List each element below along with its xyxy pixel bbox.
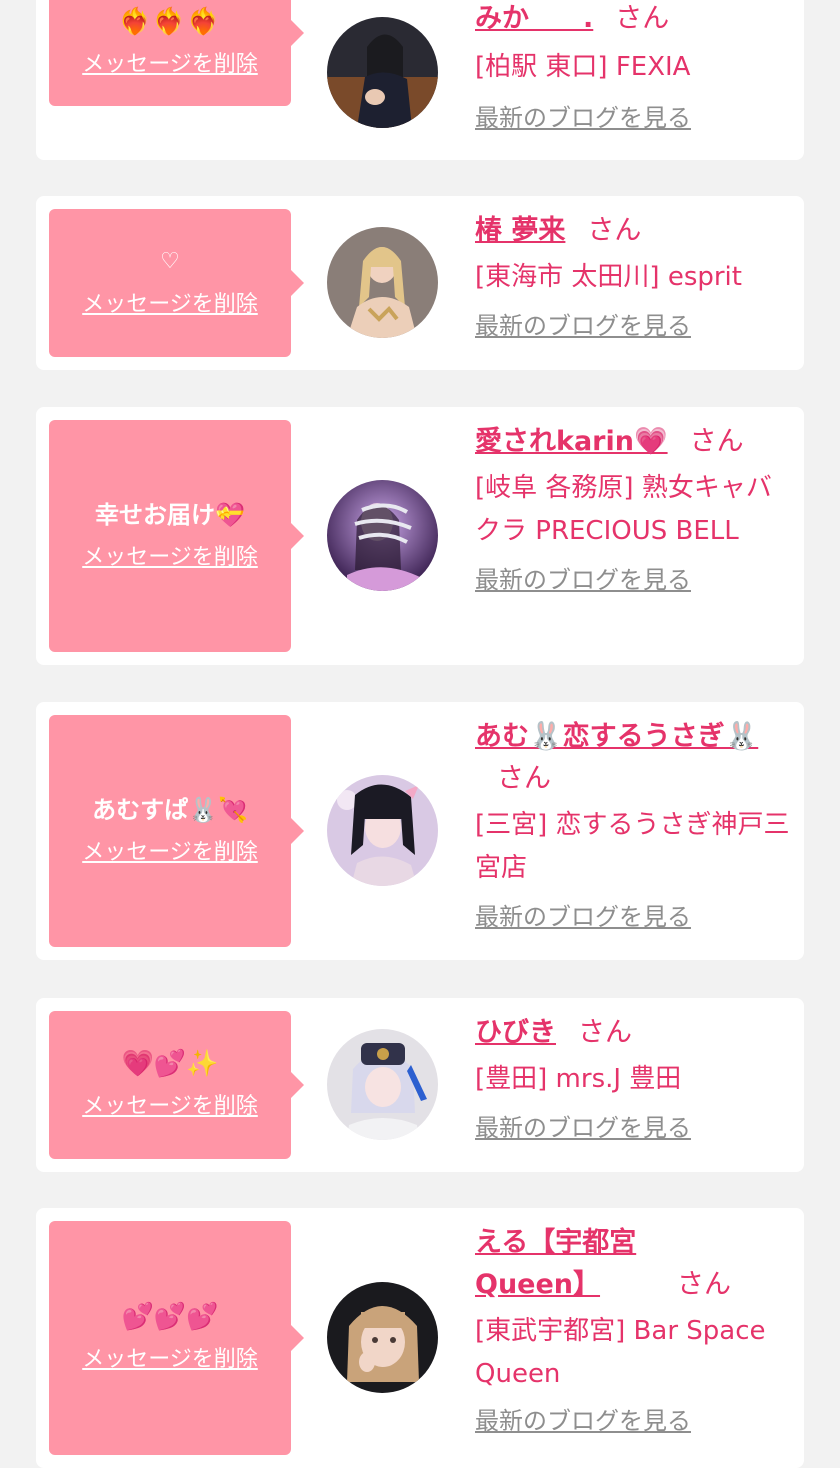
avatar[interactable] xyxy=(327,17,438,128)
shop-info: [三宮] 恋するうさぎ神戸三宮店 xyxy=(475,810,790,883)
avatar[interactable] xyxy=(327,1029,438,1140)
latest-blog-link[interactable]: 最新のブログを見る xyxy=(475,1113,691,1143)
message-text: 💗💕✨ xyxy=(121,1049,219,1079)
cast-info: ひびき さん [豊田] mrs.J 豊田 最新のブログを見る xyxy=(475,1012,795,1143)
name-line: ひびき さん xyxy=(475,1012,795,1054)
honorific: さん xyxy=(615,3,670,34)
delete-message-link[interactable]: メッセージを削除 xyxy=(82,839,258,867)
message-card: 幸せお届け💝 メッセージを削除 愛されkarin💗 さん [岐阜 各務原] 熟女キ… xyxy=(36,407,804,665)
message-card: あむすぱ🐰💘 メッセージを削除 あむ🐰恋するうさぎ🐰 さん [三宮] 恋するうさぎ… xyxy=(36,702,804,960)
honorific: さん xyxy=(587,215,642,246)
message-bubble: ❤️‍🔥❤️‍🔥❤️‍🔥 メッセージを削除 xyxy=(49,0,304,106)
avatar[interactable] xyxy=(327,1282,438,1393)
name-line: あむ🐰恋するうさぎ🐰 さん xyxy=(475,716,795,800)
message-bubble: 💕💕💕 メッセージを削除 xyxy=(49,1221,304,1455)
cast-info: 椿 夢来 さん [東海市 太田川] esprit 最新のブログを見る xyxy=(475,210,795,341)
delete-message-link[interactable]: メッセージを削除 xyxy=(82,544,258,572)
cast-name-link[interactable]: える【宇都宮Queen】 xyxy=(475,1222,655,1306)
honorific: さん xyxy=(578,1017,632,1048)
shop-info: [東海市 太田川] esprit xyxy=(475,262,742,292)
name-line: 椿 夢来 さん xyxy=(475,210,795,252)
shop-info: [岐阜 各務原] 熟女キャバクラ PRECIOUS BELL xyxy=(475,473,772,546)
shop-info: [豊田] mrs.J 豊田 xyxy=(475,1064,682,1094)
shop-info: [柏駅 東口] FEXIA xyxy=(475,52,691,82)
message-bubble: 💗💕✨ メッセージを削除 xyxy=(49,1011,304,1159)
message-bubble: 幸せお届け💝 メッセージを削除 xyxy=(49,420,304,652)
delete-message-link[interactable]: メッセージを削除 xyxy=(82,1093,258,1121)
cast-name-link[interactable]: 愛されkarin💗 xyxy=(475,426,668,457)
latest-blog-link[interactable]: 最新のブログを見る xyxy=(475,565,691,595)
honorific: さん xyxy=(497,763,551,794)
avatar[interactable] xyxy=(327,480,438,591)
message-text: ❤️‍🔥❤️‍🔥❤️‍🔥 xyxy=(118,7,222,37)
cast-name-link[interactable]: 椿 夢来 xyxy=(475,215,565,246)
delete-message-link[interactable]: メッセージを削除 xyxy=(82,51,258,79)
avatar[interactable] xyxy=(327,775,438,886)
cast-info: える【宇都宮Queen】 さん [東武宇都宮] Bar Space Queen 最… xyxy=(475,1222,766,1436)
message-text: 💕💕💕 xyxy=(121,1302,219,1332)
latest-blog-link[interactable]: 最新のブログを見る xyxy=(475,1406,795,1436)
cast-name-link[interactable]: みか . xyxy=(475,3,593,34)
shop-info: [東武宇都宮] Bar Space Queen xyxy=(475,1316,766,1389)
message-text: 幸せお届け💝 xyxy=(95,501,245,529)
honorific: さん xyxy=(689,426,744,457)
cast-info: みか . さん [柏駅 東口] FEXIA 最新のブログを見る xyxy=(475,0,795,133)
latest-blog-link[interactable]: 最新のブログを見る xyxy=(475,103,691,133)
cast-name-link[interactable]: あむ🐰恋するうさぎ🐰 xyxy=(475,721,758,752)
message-card: ❤️‍🔥❤️‍🔥❤️‍🔥 メッセージを削除 みか . さん [柏駅 東口] FEX… xyxy=(36,0,804,160)
message-card: 💕💕💕 メッセージを削除 える【宇都宮Queen】 さん [東武宇都宮] Bar … xyxy=(36,1208,804,1468)
name-line: える【宇都宮Queen】 さん xyxy=(475,1222,795,1306)
delete-message-link[interactable]: メッセージを削除 xyxy=(82,291,258,319)
name-line: 愛されkarin💗 さん xyxy=(475,421,795,463)
message-list: ❤️‍🔥❤️‍🔥❤️‍🔥 メッセージを削除 みか . さん [柏駅 東口] FEX… xyxy=(0,0,840,1468)
name-line: みか . さん xyxy=(475,0,795,40)
latest-blog-link[interactable]: 最新のブログを見る xyxy=(475,311,691,341)
message-card: ♡ メッセージを削除 椿 夢来 さん [東海市 太田川] esprit 最新のブロ… xyxy=(36,196,804,370)
cast-info: 愛されkarin💗 さん [岐阜 各務原] 熟女キャバクラ PRECIOUS BE… xyxy=(475,421,795,595)
cast-name-link[interactable]: ひびき xyxy=(475,1017,556,1048)
honorific: さん xyxy=(677,1269,731,1300)
message-text: ♡ xyxy=(160,249,180,274)
delete-message-link[interactable]: メッセージを削除 xyxy=(82,1346,258,1374)
message-text: あむすぱ🐰💘 xyxy=(92,796,248,824)
message-bubble: ♡ メッセージを削除 xyxy=(49,209,304,357)
latest-blog-link[interactable]: 最新のブログを見る xyxy=(475,902,691,932)
avatar[interactable] xyxy=(327,227,438,338)
message-bubble: あむすぱ🐰💘 メッセージを削除 xyxy=(49,715,304,947)
message-card: 💗💕✨ メッセージを削除 ひびき さん [豊田] mrs.J 豊田 最新のブログを… xyxy=(36,998,804,1172)
cast-info: あむ🐰恋するうさぎ🐰 さん [三宮] 恋するうさぎ神戸三宮店 最新のブログを見る xyxy=(475,716,795,932)
